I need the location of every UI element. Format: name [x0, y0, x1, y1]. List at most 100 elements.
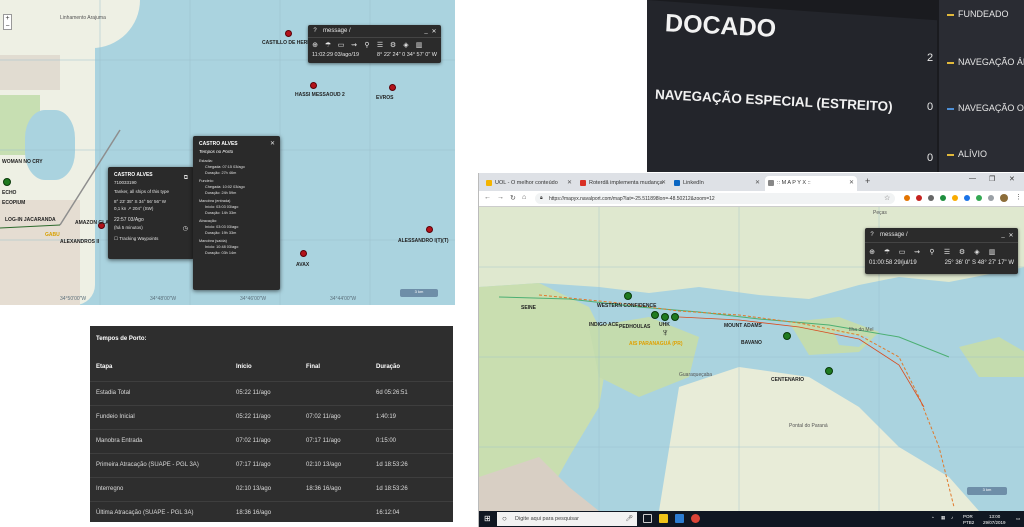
- ship-marker[interactable]: [426, 226, 433, 233]
- forward-icon[interactable]: →: [497, 194, 504, 201]
- settings-icon[interactable]: ⚙: [958, 248, 966, 256]
- profile-avatar[interactable]: [1000, 194, 1008, 202]
- zoom-out-button[interactable]: −: [4, 23, 11, 31]
- ruler-icon[interactable]: ▭: [898, 248, 906, 256]
- extension-icon[interactable]: [940, 195, 946, 201]
- ship-label: AIS PARANAGUÁ (PR): [629, 341, 683, 347]
- ship-label: CASTILLO DE HERRE: [262, 40, 315, 46]
- clock-date[interactable]: 29/07/2019: [983, 520, 1006, 525]
- extension-icon[interactable]: [988, 195, 994, 201]
- close-icon[interactable]: ✕: [1007, 232, 1015, 239]
- close-icon[interactable]: ✕: [270, 140, 275, 147]
- url-field[interactable]: 🔒︎ https://mapyx.navalport.com/map?lat=-…: [535, 193, 895, 204]
- estadia-line: Duração: 27h 46m: [205, 171, 237, 175]
- ship-marker[interactable]: [389, 84, 396, 91]
- route-icon[interactable]: ⇝: [350, 41, 358, 49]
- close-tab-icon[interactable]: ✕: [661, 179, 666, 186]
- cell-inicio: 05:22 11/ago: [236, 414, 271, 420]
- ship-marker[interactable]: [3, 178, 11, 186]
- ship-marker[interactable]: [661, 313, 669, 321]
- keyboard-language[interactable]: POR: [963, 514, 973, 519]
- zoom-in-button[interactable]: +: [4, 15, 11, 23]
- minimize-icon[interactable]: _: [999, 232, 1007, 238]
- ship-marker[interactable]: [310, 82, 317, 89]
- tab-mapyx[interactable]: :: M A P Y X :: ✕: [765, 176, 857, 191]
- manobra-saida-line: Duração: 03h 14m: [205, 251, 237, 255]
- external-link-icon[interactable]: ⧉: [184, 175, 188, 182]
- reload-icon[interactable]: ↻: [510, 194, 516, 202]
- network-icon[interactable]: ▦: [941, 515, 945, 521]
- ship-marker[interactable]: [624, 292, 632, 300]
- clock-time[interactable]: 13:00: [989, 514, 1000, 519]
- volume-icon[interactable]: ♪: [951, 515, 953, 520]
- globe-icon[interactable]: ⊕: [311, 41, 319, 49]
- tab-label: LinkedIn: [683, 180, 704, 186]
- close-tab-icon[interactable]: ✕: [849, 179, 854, 186]
- ruler-icon[interactable]: ▭: [337, 41, 345, 49]
- top-map[interactable]: 34°50'00"W 34°48'00"W 34°46'00"W 34°44'0…: [0, 0, 455, 305]
- notifications-icon[interactable]: ▭: [1016, 516, 1020, 522]
- extension-icon[interactable]: [928, 195, 934, 201]
- map-icon[interactable]: ▥: [415, 41, 423, 49]
- file-explorer-icon[interactable]: [659, 514, 668, 523]
- microphone-icon[interactable]: 🎤︎: [625, 515, 633, 522]
- ship-marker[interactable]: [300, 250, 307, 257]
- map-icon[interactable]: ▥: [988, 248, 996, 256]
- board-count: 0: [927, 152, 934, 164]
- pin-icon[interactable]: ⚲: [928, 248, 936, 256]
- extension-icon[interactable]: [952, 195, 958, 201]
- maximize-window-button[interactable]: ❐: [989, 175, 995, 183]
- minimize-icon[interactable]: _: [422, 28, 430, 34]
- filter-icon[interactable]: ☰: [376, 41, 384, 49]
- layers-icon[interactable]: ◈: [973, 248, 981, 256]
- ship-marker[interactable]: [285, 30, 292, 37]
- tab-linkedin[interactable]: LinkedIn ✕: [671, 176, 763, 191]
- weather-icon[interactable]: ☂: [883, 248, 891, 256]
- ship-marker[interactable]: [825, 367, 833, 375]
- mapyx-map[interactable]: Peças SEINE WESTERN CONFIDENCE INDIGO AC…: [479, 207, 1024, 511]
- new-tab-button[interactable]: +: [865, 176, 870, 186]
- taskbar-search-input[interactable]: ○ Digite aqui para pesquisar 🎤︎: [497, 512, 637, 526]
- keyboard-layout[interactable]: PTB2: [963, 520, 974, 525]
- close-tab-icon[interactable]: ✕: [567, 179, 572, 186]
- minimize-window-button[interactable]: —: [969, 175, 976, 182]
- filter-icon[interactable]: ☰: [943, 248, 951, 256]
- tray-chevron-icon[interactable]: ⌃: [931, 516, 935, 522]
- tab-roterda[interactable]: Roterdã implementa mudança ✕: [577, 176, 669, 191]
- windows-start-icon[interactable]: ⊞: [484, 514, 491, 523]
- ship-label: AMAZON GLA: [75, 220, 109, 226]
- globe-icon[interactable]: ⊕: [868, 248, 876, 256]
- chrome-icon[interactable]: [691, 514, 700, 523]
- checkbox-icon[interactable]: ☐: [114, 236, 118, 241]
- settings-icon[interactable]: ⚙: [389, 41, 397, 49]
- pin-icon[interactable]: ⚲: [363, 41, 371, 49]
- help-icon[interactable]: ?: [868, 232, 876, 238]
- task-view-icon[interactable]: [643, 514, 652, 523]
- star-icon[interactable]: ☆: [884, 194, 890, 202]
- extension-icon[interactable]: [964, 195, 970, 201]
- back-icon[interactable]: ←: [484, 194, 491, 201]
- store-icon[interactable]: [675, 514, 684, 523]
- ship-marker[interactable]: [671, 313, 679, 321]
- route-icon[interactable]: ⇝: [913, 248, 921, 256]
- ship-label: ALESSANDRO I(T)(T): [398, 238, 449, 244]
- extension-icon[interactable]: [916, 195, 922, 201]
- ship-marker[interactable]: [783, 332, 791, 340]
- ship-label: MOUNT ADAMS: [724, 323, 762, 329]
- extension-icon[interactable]: [976, 195, 982, 201]
- menu-icon[interactable]: ⋮: [1015, 193, 1022, 201]
- zoom-control[interactable]: + −: [3, 14, 12, 30]
- ship-marker[interactable]: [651, 311, 659, 319]
- place-label: Pontal do Paraná: [789, 423, 828, 429]
- weather-icon[interactable]: ☂: [324, 41, 332, 49]
- extension-icon[interactable]: [904, 195, 910, 201]
- layers-icon[interactable]: ◈: [402, 41, 410, 49]
- help-icon[interactable]: ?: [311, 28, 319, 34]
- close-icon[interactable]: ✕: [430, 28, 438, 35]
- tab-uol[interactable]: UOL - O melhor conteúdo ✕: [483, 176, 575, 191]
- status-bar-blue: [947, 108, 954, 110]
- close-window-button[interactable]: ✕: [1009, 175, 1015, 183]
- tracking-toggle[interactable]: ☐ Tracking Waypoints: [114, 236, 188, 242]
- close-tab-icon[interactable]: ✕: [755, 179, 760, 186]
- home-icon[interactable]: ⌂: [522, 194, 526, 201]
